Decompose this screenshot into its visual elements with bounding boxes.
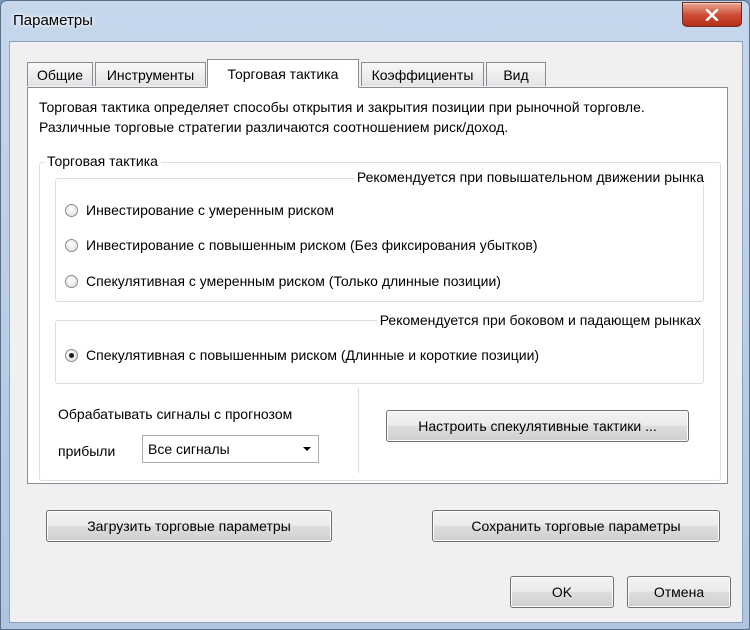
dialog-client-area: Общие Инструменты Торговая тактика Коэфф… (9, 41, 743, 623)
button-label: Настроить спекулятивные тактики ... (418, 418, 657, 434)
radio-button[interactable] (65, 238, 78, 252)
tab-label: Коэффициенты (371, 66, 474, 83)
signals-select-value: Все сигналы (148, 441, 230, 457)
close-button[interactable] (682, 2, 742, 27)
radio-invest-high-risk[interactable]: Инвестирование с повышенным риском (Без … (65, 237, 538, 253)
radio-button[interactable] (65, 203, 78, 217)
trading-tactics-panel: Торговая тактика определяет способы откр… (27, 87, 728, 484)
save-parameters-button[interactable]: Сохранить торговые параметры (432, 510, 720, 542)
radio-speculative-high-risk[interactable]: Спекулятивная с повышенным риском (Длинн… (65, 347, 539, 363)
tactics-group-title: Торговая тактика (44, 153, 161, 169)
configure-tactics-button[interactable]: Настроить спекулятивные тактики ... (386, 410, 689, 442)
radio-button[interactable] (65, 348, 78, 362)
tab-view[interactable]: Вид (486, 62, 546, 86)
parameters-dialog: Параметры Общие Инструменты Торговая так… (0, 0, 750, 630)
load-parameters-button[interactable]: Загрузить торговые параметры (46, 510, 332, 542)
tab-trading-tactics[interactable]: Торговая тактика (207, 59, 359, 88)
group-separator (358, 388, 359, 473)
chevron-down-icon[interactable] (300, 442, 314, 456)
radio-button[interactable] (65, 274, 78, 288)
signals-label: Обрабатывать сигналы с прогнозом (58, 406, 293, 422)
close-icon (705, 8, 719, 21)
window-title: Параметры (13, 12, 93, 29)
button-label: Отмена (653, 584, 705, 600)
tab-general[interactable]: Общие (27, 62, 93, 86)
signals-select[interactable]: Все сигналы (142, 435, 319, 463)
radio-label: Инвестирование с повышенным риском (Без … (86, 237, 538, 253)
tactics-description: Торговая тактика определяет способы откр… (39, 99, 645, 135)
tab-label: Вид (503, 66, 529, 83)
sideways-market-title: Рекомендуется при боковом и падающем рын… (376, 312, 704, 328)
tab-label: Общие (36, 66, 84, 83)
radio-invest-moderate-risk[interactable]: Инвестирование с умеренным риском (65, 202, 334, 218)
radio-label: Спекулятивная с повышенным риском (Длинн… (86, 347, 540, 363)
radio-speculative-moderate-risk[interactable]: Спекулятивная с умеренным риском (Только… (65, 273, 501, 289)
tab-label: Торговая тактика (227, 65, 339, 82)
radio-label: Инвестирование с умеренным риском (86, 202, 335, 218)
rising-market-title: Рекомендуется при повышательном движении… (353, 169, 707, 185)
tab-instruments[interactable]: Инструменты (95, 62, 206, 86)
profit-label: прибыли (58, 443, 116, 459)
tab-coefficients[interactable]: Коэффициенты (361, 62, 484, 86)
button-label: OK (551, 584, 573, 600)
tab-label: Инструменты (106, 66, 195, 83)
ok-button[interactable]: OK (510, 576, 614, 608)
cancel-button[interactable]: Отмена (627, 576, 731, 608)
button-label: Сохранить торговые параметры (471, 518, 681, 534)
button-label: Загрузить торговые параметры (87, 518, 291, 534)
title-bar[interactable]: Параметры (1, 1, 749, 41)
radio-label: Спекулятивная с умеренным риском (Только… (86, 273, 501, 289)
